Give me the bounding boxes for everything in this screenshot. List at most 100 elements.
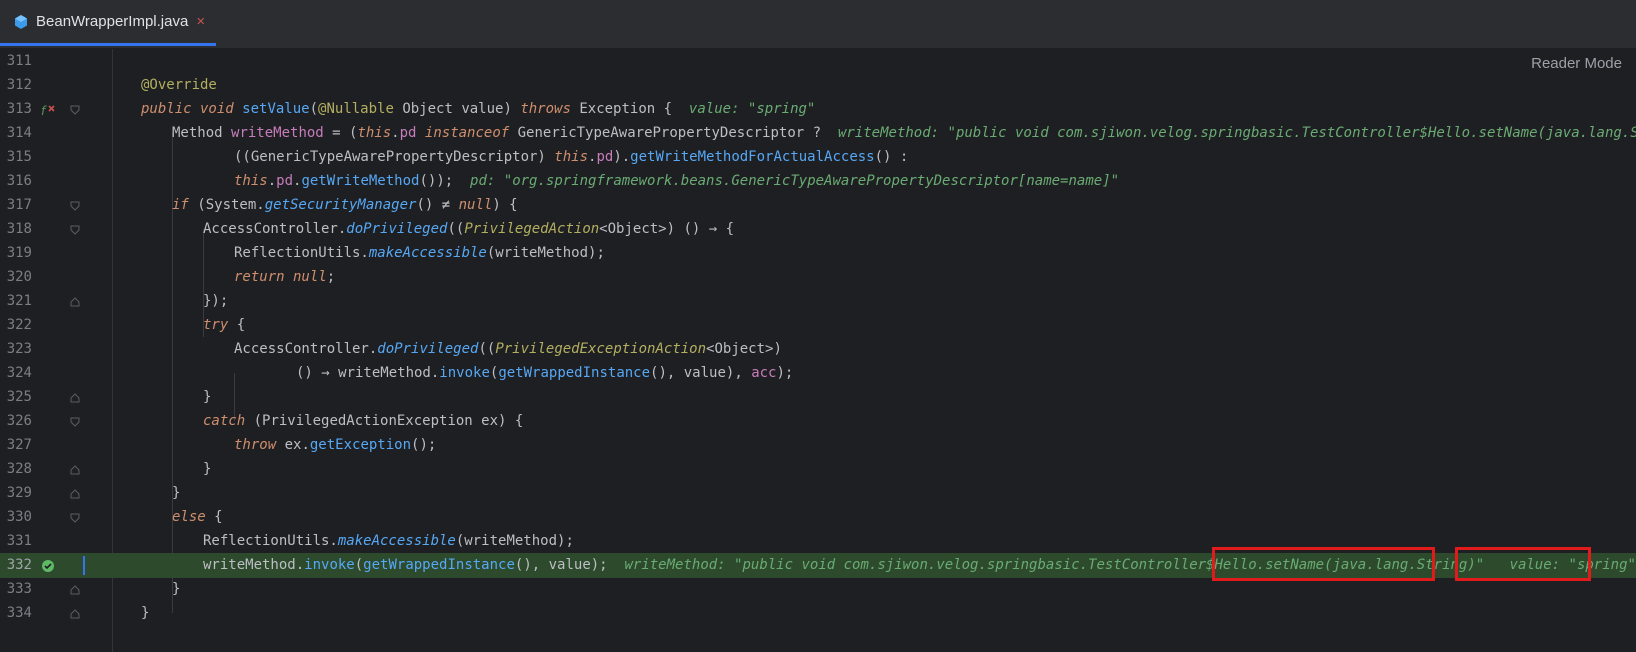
code-line: 325 } <box>0 385 1636 410</box>
line-number[interactable]: 323 <box>0 337 32 362</box>
code-token: ReflectionUtils. <box>234 245 369 261</box>
code-line: 314 Method writeMethod = (this.pd instan… <box>0 121 1636 146</box>
code-text: throw ex.getException(); <box>234 433 436 458</box>
line-number[interactable]: 316 <box>0 169 32 194</box>
tab-filename: BeanWrapperImpl.java <box>36 13 189 30</box>
line-number[interactable]: 334 <box>0 601 32 626</box>
line-number[interactable]: 332 <box>0 553 32 578</box>
method-call: getException <box>309 437 412 453</box>
code-text: AccessController.doPrivileged((Privilege… <box>234 337 782 362</box>
fold-icon[interactable] <box>70 393 80 403</box>
code-token: <Object>) () → { <box>599 221 735 237</box>
line-number[interactable]: 313 <box>0 97 32 122</box>
fold-icon[interactable] <box>70 417 80 427</box>
code-token: Method <box>172 125 232 141</box>
code-token: ReflectionUtils. <box>203 533 338 549</box>
code-token: (); <box>411 437 437 453</box>
code-token: ( <box>354 557 364 573</box>
line-number[interactable]: 328 <box>0 457 32 482</box>
line-number[interactable]: 326 <box>0 409 32 434</box>
override-method-icon[interactable]: f <box>40 102 56 118</box>
code-text: return null; <box>234 265 335 290</box>
field: pd <box>276 173 294 189</box>
code-line: 318 AccessController.doPrivileged((Privi… <box>0 217 1636 242</box>
code-line: 315 ((GenericTypeAwarePropertyDescriptor… <box>0 145 1636 170</box>
code-line: 317 if (System.getSecurityManager() ≠ nu… <box>0 193 1636 218</box>
keyword: return null <box>234 269 327 285</box>
code-token: () → writeMethod. <box>296 365 440 381</box>
line-number[interactable]: 320 <box>0 265 32 290</box>
line-number[interactable]: 331 <box>0 529 32 554</box>
line-number[interactable]: 327 <box>0 433 32 458</box>
line-number[interactable]: 329 <box>0 481 32 506</box>
code-token: (writeMethod); <box>486 245 605 261</box>
svg-text:f: f <box>41 104 47 118</box>
code-token: ()); <box>419 173 471 189</box>
code-text: } <box>172 577 180 602</box>
code-token: }); <box>203 293 229 309</box>
code-line: 313 f public void setValue(@Nullable Obj… <box>0 97 1636 122</box>
code-line: 329 } <box>0 481 1636 506</box>
keyword: throw <box>234 437 277 453</box>
line-number[interactable]: 330 <box>0 505 32 530</box>
code-text: () → writeMethod.invoke(getWrappedInstan… <box>296 361 793 386</box>
code-text: try { <box>203 313 245 338</box>
line-number[interactable]: 324 <box>0 361 32 386</box>
static-method-call: makeAccessible <box>337 533 456 549</box>
line-number[interactable]: 311 <box>0 49 32 74</box>
keyword: this <box>357 125 392 141</box>
fold-icon[interactable] <box>70 489 80 499</box>
code-text: } <box>203 457 211 482</box>
code-line: 312 @Override <box>0 73 1636 98</box>
type-name: PrivilegedAction <box>464 221 600 237</box>
static-method-call: makeAccessible <box>368 245 487 261</box>
code-token: } <box>203 461 212 477</box>
code-text: else { <box>172 505 223 530</box>
fold-icon[interactable] <box>70 201 80 211</box>
fold-icon[interactable] <box>70 465 80 475</box>
line-number[interactable]: 333 <box>0 577 32 602</box>
static-method-call: doPrivileged <box>377 341 479 357</box>
code-token: } <box>172 581 181 597</box>
code-token: ; <box>326 269 336 285</box>
code-token: } <box>172 485 181 501</box>
fold-icon[interactable] <box>70 513 80 523</box>
fold-icon[interactable] <box>70 225 80 235</box>
keyword: throws <box>520 101 571 117</box>
code-text: } <box>203 385 211 410</box>
fold-icon[interactable] <box>70 585 80 595</box>
line-number[interactable]: 325 <box>0 385 32 410</box>
code-token: { <box>205 509 223 525</box>
line-number[interactable]: 312 <box>0 73 32 98</box>
code-line: 322 try { <box>0 313 1636 338</box>
code-token: Object value) <box>393 101 521 117</box>
debug-value-hint: value: "spring" <box>688 101 816 117</box>
code-line: 324 () → writeMethod.invoke(getWrappedIn… <box>0 361 1636 386</box>
local-variable: writeMethod <box>231 125 324 141</box>
editor-tab-bar: BeanWrapperImpl.java × <box>0 0 1636 49</box>
line-number[interactable]: 321 <box>0 289 32 314</box>
code-text: AccessController.doPrivileged((Privilege… <box>203 217 734 242</box>
line-number[interactable]: 318 <box>0 217 32 242</box>
keyword: null <box>458 197 493 213</box>
code-editor[interactable]: Reader Mode 311 312 @Override 313 f publ… <box>0 49 1636 652</box>
line-number[interactable]: 315 <box>0 145 32 170</box>
fold-icon[interactable] <box>70 105 80 115</box>
line-number[interactable]: 317 <box>0 193 32 218</box>
code-token: () : <box>874 149 909 165</box>
tab-beanwrapperimpl[interactable]: BeanWrapperImpl.java × <box>0 0 216 46</box>
fold-icon[interactable] <box>70 609 80 619</box>
line-number[interactable]: 314 <box>0 121 32 146</box>
field: pd <box>399 125 417 141</box>
fold-icon[interactable] <box>70 297 80 307</box>
keyword: try <box>203 317 229 333</box>
breakpoint-check-icon[interactable] <box>40 558 56 574</box>
code-text: } <box>141 601 149 626</box>
close-icon[interactable]: × <box>196 13 205 30</box>
code-token: ) { <box>492 197 518 213</box>
line-number[interactable]: 319 <box>0 241 32 266</box>
code-token: (), value); <box>514 557 625 573</box>
static-method-call: doPrivileged <box>346 221 448 237</box>
code-line: 320 return null; <box>0 265 1636 290</box>
line-number[interactable]: 322 <box>0 313 32 338</box>
